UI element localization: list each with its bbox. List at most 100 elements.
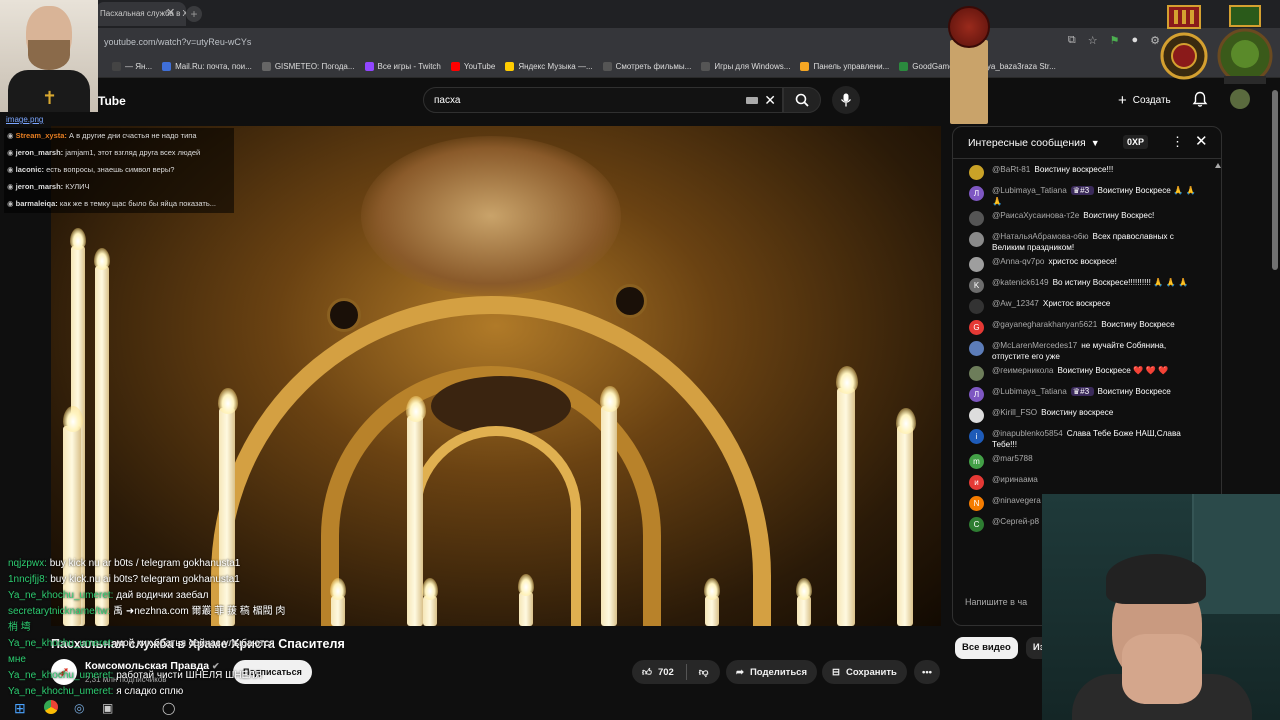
chat-author[interactable]: @mar5788 (992, 454, 1033, 463)
chat-author[interactable]: @Anna-qv7po (992, 257, 1044, 266)
chat-author[interactable]: @Сергей-р8 (992, 517, 1039, 526)
bookmark-item[interactable]: Панель управлени... (800, 62, 889, 71)
chat-avatar[interactable] (969, 257, 984, 272)
live-chat-mode-dropdown[interactable]: Интересные сообщения (968, 137, 1086, 149)
chat-avatar[interactable]: i (969, 429, 984, 444)
chat-message[interactable]: Л @Lubimaya_Tatiana ♛#3 Воистину Воскресе … (969, 185, 1215, 207)
chat-author[interactable]: @ninavegera (992, 496, 1041, 505)
bookmark-item[interactable]: Смотреть фильмы... (602, 62, 691, 71)
search-box[interactable]: пасха ✕ (423, 87, 783, 113)
chip-all-videos[interactable]: Все видео (955, 637, 1018, 659)
chat-message[interactable]: @НатальяАбрамова-о6ю Всех православных с … (969, 231, 1215, 253)
chat-author[interactable]: @McLarenMercedes17 (992, 341, 1077, 350)
taskbar-app-icon[interactable]: ◯ (162, 701, 175, 715)
chat-author[interactable]: @Lubimaya_Tatiana (992, 387, 1067, 396)
bookmark-star-icon[interactable]: ☆ (1088, 34, 1098, 47)
image-link[interactable]: image.png (6, 115, 43, 124)
chat-message[interactable]: @Kirill_FSO Воистину воскресе (969, 407, 1215, 425)
chat-author[interactable]: @геимерникола (992, 366, 1053, 375)
page-scrollbar[interactable] (1272, 90, 1278, 270)
bookmark-item[interactable]: — Ян... (112, 62, 152, 71)
account-avatar[interactable] (1230, 89, 1250, 109)
chat-avatar[interactable] (969, 366, 984, 381)
new-tab-button[interactable]: + (186, 6, 202, 22)
chat-avatar[interactable]: C (969, 517, 984, 532)
chat-author[interactable]: @НатальяАбрамова-о6ю (992, 232, 1089, 241)
chat-message[interactable]: @геимерникола Воистину Воскресе ❤️ ❤️ ❤️ (969, 365, 1215, 383)
chat-avatar[interactable] (969, 165, 984, 180)
xp-badge[interactable]: 0XP (1123, 135, 1149, 149)
bookmark-item[interactable]: Все игры - Twitch (364, 62, 441, 71)
more-actions-button[interactable]: ••• (914, 660, 940, 684)
chat-avatar[interactable]: G (969, 320, 984, 335)
bookmark-item[interactable]: Mail.Ru: почта, пои... (162, 62, 252, 71)
chat-message[interactable]: @McLarenMercedes17 не мучайте Собянина, о… (969, 340, 1215, 362)
close-tab-icon[interactable]: ✕ (166, 6, 175, 19)
notifications-bell-icon[interactable] (1192, 91, 1208, 108)
dislike-icon[interactable]: 👎︎ (699, 666, 709, 678)
chat-avatar[interactable] (969, 341, 984, 356)
keyboard-icon[interactable] (746, 97, 758, 104)
overlay-chat-line: мне (8, 652, 348, 668)
chat-author[interactable]: @Lubimaya_Tatiana (992, 186, 1067, 195)
windows-start-icon[interactable]: ⊞ (14, 700, 26, 717)
like-count[interactable]: 702 (658, 667, 674, 678)
install-icon[interactable]: ⧉ (1068, 34, 1076, 47)
chat-author[interactable]: @иринаама (992, 475, 1038, 484)
chat-message[interactable]: m @mar5788 (969, 453, 1215, 471)
chat-avatar[interactable]: и (969, 475, 984, 490)
chat-author[interactable]: @РаисаХусаинова-т2е (992, 211, 1079, 220)
create-button[interactable]: + Создать (1110, 87, 1179, 113)
chevron-down-icon[interactable]: ▼ (1091, 138, 1100, 148)
chat-message[interactable]: i @inapublenko5854 Слава Тебе Боже НАШ,Сла… (969, 428, 1215, 450)
search-button[interactable] (783, 87, 821, 113)
chat-author[interactable]: @Aw_12347 (992, 299, 1039, 308)
chat-avatar[interactable] (969, 299, 984, 314)
bookmark-item[interactable]: GISMETEO: Погода... (261, 62, 355, 71)
chat-message[interactable]: @Aw_12347 Христос воскресе (969, 298, 1215, 316)
chat-author[interactable]: @Kirill_FSO (992, 408, 1037, 417)
chat-avatar[interactable]: Л (969, 387, 984, 402)
youtube-logo[interactable]: Tube (98, 94, 126, 108)
bookmark-favicon-icon (701, 62, 711, 71)
like-icon[interactable]: 👍︎ (642, 666, 652, 678)
chat-avatar[interactable]: N (969, 496, 984, 511)
overlay-chat-text: КУЛИЧ (65, 182, 90, 191)
taskbar-app-icon[interactable]: ◎ (74, 701, 84, 715)
chat-message[interactable]: G @gayanegharakhanyan5621 Воистину Воскрес… (969, 319, 1215, 337)
chat-message[interactable]: @Anna-qv7po христос воскресе! (969, 256, 1215, 274)
save-button[interactable]: ⊟ Сохранить (822, 660, 907, 684)
more-options-icon[interactable]: ⋮ (1171, 134, 1184, 150)
chat-message[interactable]: Л @Lubimaya_Tatiana ♛#3 Воистину Воскресе (969, 386, 1215, 404)
chat-message[interactable]: @РаисаХусаинова-т2е Воистину Воскрес! (969, 210, 1215, 228)
chat-message[interactable]: @BaRt-81 Воистину воскресе!!! (969, 164, 1215, 182)
close-chat-icon[interactable]: ✕ (1195, 132, 1208, 150)
chat-author[interactable]: @inapublenko5854 (992, 429, 1063, 438)
chat-author[interactable]: @gayanegharakhanyan5621 (992, 320, 1097, 329)
chat-message[interactable]: и @иринаама (969, 474, 1215, 492)
profile-dot-icon[interactable]: ● (1131, 34, 1138, 47)
bookmark-item[interactable]: Игры для Windows... (701, 62, 790, 71)
taskbar-app-icon[interactable]: ▣ (102, 701, 113, 715)
chat-author[interactable]: @BaRt-81 (992, 165, 1030, 174)
share-button[interactable]: ➦ Поделиться (726, 660, 817, 684)
search-input[interactable]: пасха (434, 95, 460, 106)
clear-search-icon[interactable]: ✕ (764, 92, 776, 109)
bookmark-item[interactable]: Яндекс Музыка —... (505, 62, 593, 71)
video-frame-candle (519, 592, 533, 626)
bookmark-item[interactable]: YouTube (450, 62, 495, 71)
chat-avatar[interactable]: K (969, 278, 984, 293)
chat-message[interactable]: K @katenick6149 Во истину Воскресе!!!!!!!!… (969, 277, 1215, 295)
chat-avatar[interactable]: m (969, 454, 984, 469)
extension-icon[interactable]: ⚑ (1110, 34, 1120, 47)
chat-avatar[interactable]: Л (969, 186, 984, 201)
url-field[interactable]: youtube.com/watch?v=utyReu-wCYs (104, 37, 251, 47)
chat-avatar[interactable] (969, 211, 984, 226)
chat-author[interactable]: @katenick6149 (992, 278, 1049, 287)
chat-avatar[interactable] (969, 232, 984, 247)
chrome-icon[interactable] (44, 700, 58, 714)
chat-avatar[interactable] (969, 408, 984, 423)
video-frame-candle (407, 416, 423, 626)
taskbar: ⊞ ◎ ▣ ◯ (0, 696, 240, 720)
voice-search-button[interactable] (832, 86, 860, 114)
